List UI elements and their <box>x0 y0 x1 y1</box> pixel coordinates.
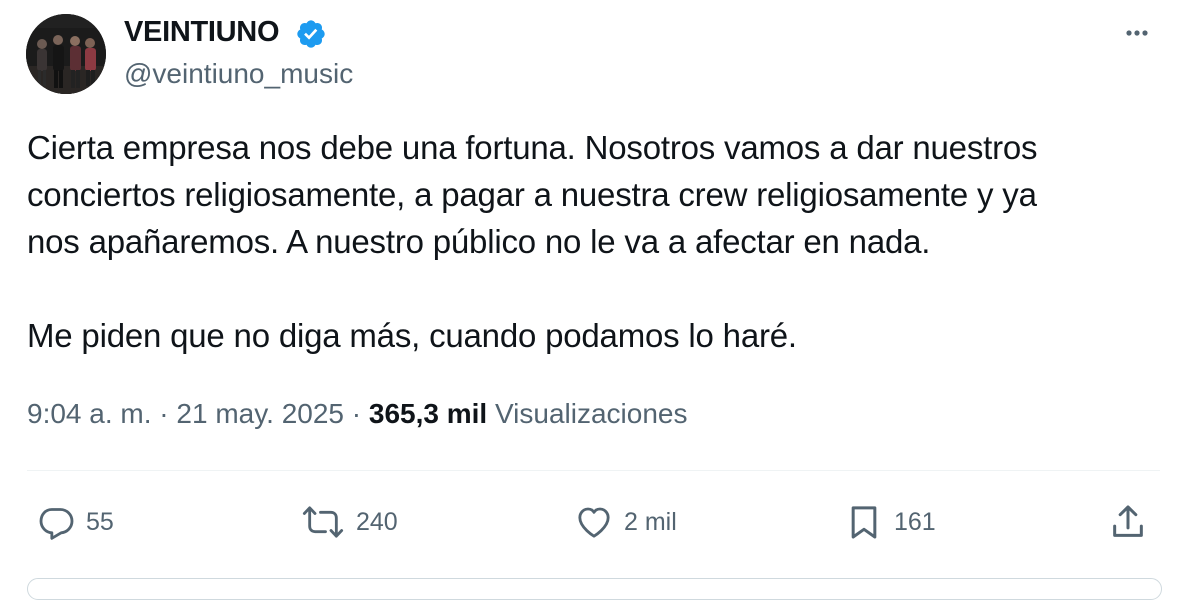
bookmark-count: 161 <box>894 507 936 536</box>
bookmark-icon <box>851 506 877 539</box>
share-button[interactable] <box>1108 500 1148 544</box>
tweet-meta: 9:04 a. m. · 21 may. 2025 · 365,3 mil Vi… <box>27 398 687 430</box>
like-button[interactable]: 2 mil <box>574 500 677 544</box>
tweet-time[interactable]: 9:04 a. m. <box>27 398 152 429</box>
repost-button[interactable]: 240 <box>300 500 398 544</box>
more-options-icon[interactable] <box>1120 18 1154 48</box>
tweet-date[interactable]: 21 may. 2025 <box>176 398 344 429</box>
avatar-photo <box>26 14 106 94</box>
display-name[interactable]: VEINTIUNO <box>124 16 280 49</box>
bookmark-button[interactable]: 161 <box>844 500 936 544</box>
views-label[interactable]: Visualizaciones <box>495 398 688 429</box>
views-count: 365,3 mil <box>368 398 488 429</box>
tweet-text: Cierta empresa nos debe una fortuna. Nos… <box>27 124 1167 359</box>
divider <box>27 470 1160 471</box>
repost-icon <box>302 506 344 538</box>
tweet-line: nos apañaremos. A nuestro público no le … <box>27 223 931 260</box>
reply-composer-edge <box>27 578 1162 600</box>
reply-icon <box>39 508 74 540</box>
tweet-line: Cierta empresa nos debe una fortuna. Nos… <box>27 129 1038 166</box>
share-icon <box>1113 505 1143 537</box>
heart-icon <box>578 507 610 538</box>
user-handle[interactable]: @veintiuno_music <box>124 58 353 90</box>
reply-button[interactable]: 55 <box>36 500 114 544</box>
meta-separator: · <box>344 398 369 429</box>
tweet: VEINTIUNO @veintiuno_music Cierta empres… <box>0 0 1196 600</box>
tweet-line: Me piden que no diga más, cuando podamos… <box>27 317 797 354</box>
tweet-line: conciertos religiosamente, a pagar a nue… <box>27 176 1037 213</box>
meta-separator: · <box>151 398 177 429</box>
repost-count: 240 <box>356 507 398 536</box>
like-count: 2 mil <box>624 507 677 536</box>
reply-count: 55 <box>86 507 114 536</box>
verified-badge-icon <box>297 20 325 48</box>
avatar[interactable] <box>26 14 106 94</box>
